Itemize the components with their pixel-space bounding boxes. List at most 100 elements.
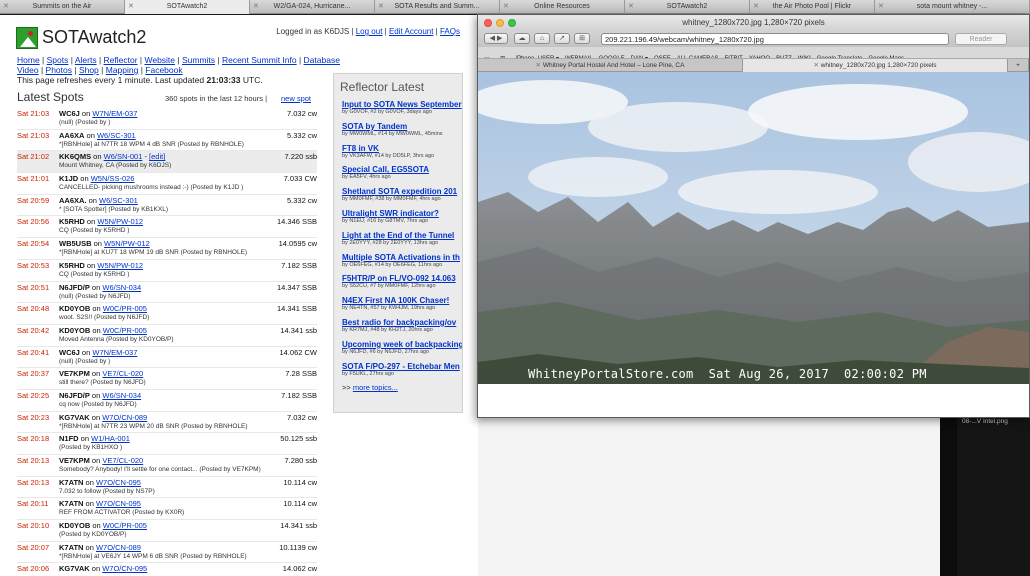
spot-summit-link[interactable]: W7O/CN-095 xyxy=(102,564,147,573)
spot-summit-link[interactable]: W7N/EM-037 xyxy=(92,109,137,118)
safari-tab[interactable]: ✕ Whitney Portal Hostel And Hotel – Lone… xyxy=(478,59,743,72)
spot-summit-link[interactable]: W0C/PR-005 xyxy=(103,326,147,335)
browser-tab[interactable]: ✕ SOTAwatch2 xyxy=(625,0,750,14)
nav-link[interactable]: Recent Summit Info xyxy=(222,55,297,65)
nav-link[interactable]: Shop xyxy=(79,65,99,75)
sota-logo-icon[interactable] xyxy=(16,27,38,49)
nav-separator: | xyxy=(96,55,104,65)
close-tab-icon[interactable]: ✕ xyxy=(878,0,884,14)
reflector-topic-link[interactable]: F5HTR/P on FL/VO-092 14.063 xyxy=(342,274,462,283)
spot-summit-link[interactable]: W7N/EM-037 xyxy=(92,348,137,357)
spot-summit-link[interactable]: W6/SN-034 xyxy=(102,391,141,400)
browser-tab[interactable]: ✕ Online Resources xyxy=(500,0,625,14)
faqs-link[interactable]: FAQs xyxy=(440,27,460,36)
spot-summit-link[interactable]: VE7/CL-020 xyxy=(102,456,143,465)
desktop-file-label[interactable]: 08-...V Intel.png xyxy=(962,418,1008,425)
spot-summit-link[interactable]: W6/SN-034 xyxy=(102,283,141,292)
more-topics-link[interactable]: more topics... xyxy=(353,383,398,392)
mountain-scene xyxy=(478,72,1029,384)
nav-link[interactable]: Video xyxy=(17,65,39,75)
spot-summit-link[interactable]: VE7/CL-020 xyxy=(102,369,143,378)
safari-toolbar: ◀ ▶ ☁ ⌂ ↗ ⊞ 209.221.196.49/webcam/whitne… xyxy=(478,31,1029,47)
close-tab-icon[interactable]: ✕ xyxy=(628,0,634,14)
spot-callsign-line: K5RHD on W5N/PW-012 xyxy=(59,261,143,270)
spot-summit-link[interactable]: W0C/PR-005 xyxy=(103,304,147,313)
close-tab-icon[interactable]: ✕ xyxy=(536,62,543,69)
reflector-topic-link[interactable]: Shetland SOTA expedition 201 xyxy=(342,187,462,196)
icloud-icon[interactable]: ☁ xyxy=(514,33,530,44)
reflector-topic-link[interactable]: N4EX First NA 100K Chaser! xyxy=(342,296,462,305)
spot-summit-link[interactable]: W7O/CN-089 xyxy=(96,543,141,552)
close-tab-icon[interactable]: ✕ xyxy=(3,0,9,14)
safari-titlebar[interactable]: whitney_1280x720.jpg 1,280×720 pixels xyxy=(478,15,1029,31)
address-bar[interactable]: 209.221.196.49/webcam/whitney_1280x720.j… xyxy=(601,33,949,45)
close-tab-icon[interactable]: ✕ xyxy=(813,62,820,69)
reflector-topic-link[interactable]: Special Call, EG5SOTA xyxy=(342,165,462,174)
nav-link[interactable]: Mapping xyxy=(106,65,139,75)
nav-link[interactable]: Facebook xyxy=(145,65,182,75)
browser-tab[interactable]: ✕ Summits on the Air xyxy=(0,0,125,14)
spot-time: Sat 20:11 xyxy=(17,499,49,509)
back-forward-buttons[interactable]: ◀ ▶ xyxy=(484,33,508,44)
reflector-topic-link[interactable]: Light at the End of the Tunnel xyxy=(342,231,462,240)
browser-tab[interactable]: ✕ SOTA Results and Summ... xyxy=(375,0,500,14)
sidebar-icon[interactable]: ⊞ xyxy=(574,33,590,44)
close-tab-icon[interactable]: ✕ xyxy=(253,0,259,14)
browser-tab[interactable]: ✕ SOTAwatch2 xyxy=(125,0,250,14)
nav-link[interactable]: Home xyxy=(17,55,40,65)
reflector-topic-link[interactable]: Upcoming week of backpacking xyxy=(342,340,462,349)
nav-link[interactable]: Alerts xyxy=(75,55,97,65)
browser-tab[interactable]: ✕ the Air Photo Pool | Flickr xyxy=(750,0,875,14)
close-tab-icon[interactable]: ✕ xyxy=(128,0,134,14)
reflector-topic-link[interactable]: Best radio for backpacking/ov xyxy=(342,318,462,327)
close-tab-icon[interactable]: ✕ xyxy=(753,0,759,14)
nav-link[interactable]: Database xyxy=(304,55,340,65)
reflector-topic-link[interactable]: Multiple SOTA Activations in th xyxy=(342,253,462,262)
spot-summit-link[interactable]: W0C/PR-005 xyxy=(103,521,147,530)
browser-tab[interactable]: ✕ W2/GA-024, Hurricane... xyxy=(250,0,375,14)
nav-link[interactable]: Website xyxy=(144,55,175,65)
spot-summit-link[interactable]: W6/SC-301 xyxy=(99,196,138,205)
spot-summit-link[interactable]: W5N/PW-012 xyxy=(104,239,150,248)
spot-summit-link[interactable]: W7O/CN-095 xyxy=(96,499,141,508)
reflector-topic-link[interactable]: Ultralight SWR indicator? xyxy=(342,209,462,218)
reflector-topic-link[interactable]: FT8 in VK xyxy=(342,144,462,153)
safari-tab-bar: ✕ Whitney Portal Hostel And Hotel – Lone… xyxy=(478,59,1029,72)
new-tab-icon[interactable]: + xyxy=(1008,59,1029,72)
spot-summit-link[interactable]: W6/SC-301 xyxy=(97,131,136,140)
spot-summit-link[interactable]: W5N/PW-012 xyxy=(97,261,143,270)
logout-link[interactable]: Log out xyxy=(356,27,383,36)
reflector-item: F5HTR/P on FL/VO-092 14.063 by S52CU, #7 … xyxy=(342,274,462,296)
nav-link[interactable]: Reflector xyxy=(104,55,138,65)
reflector-topic-link[interactable]: Input to SOTA News September xyxy=(342,100,462,109)
close-tab-icon[interactable]: ✕ xyxy=(378,0,384,14)
spot-summit-link[interactable]: W5N/SS-026 xyxy=(91,174,135,183)
spot-summit-link[interactable]: W7O/CN-089 xyxy=(102,413,147,422)
spot-summit-link[interactable]: W5N/PW-012 xyxy=(97,217,143,226)
nav-link[interactable]: Summits xyxy=(182,55,215,65)
spot-summit-link[interactable]: W6/SN-001 xyxy=(104,152,143,161)
spot-summit-link[interactable]: W1/HA-001 xyxy=(91,434,130,443)
spot-edit-link[interactable]: [edit] xyxy=(149,152,165,161)
spot-on-text: on xyxy=(84,217,98,227)
spot-on-text: on xyxy=(83,477,96,487)
spot-frequency: 10.114 cw xyxy=(283,499,317,509)
edit-account-link[interactable]: Edit Account xyxy=(389,27,433,36)
reflector-topic-link[interactable]: SOTA by Tandem xyxy=(342,122,462,131)
nav-link[interactable]: Spots xyxy=(47,55,69,65)
reflector-item: Best radio for backpacking/ov by KR7MJ, #… xyxy=(342,318,462,340)
share-icon[interactable]: ↗ xyxy=(554,33,570,44)
safari-tab[interactable]: ✕ whitney_1280x720.jpg 1,280×720 pixels xyxy=(743,59,1008,72)
reflector-topic-link[interactable]: SOTA F/PO-297 - Etchebar Men xyxy=(342,362,462,371)
reader-button[interactable]: Reader xyxy=(955,33,1007,45)
browser-tab[interactable]: ✕ sota mount whitney -... xyxy=(875,0,1030,14)
nav-separator: | xyxy=(39,55,47,65)
new-spot-link[interactable]: new spot xyxy=(281,94,311,103)
spot-summit-link[interactable]: W7O/CN-095 xyxy=(96,478,141,487)
home-icon[interactable]: ⌂ xyxy=(534,33,550,44)
nav-separator: | xyxy=(72,65,79,75)
spot-callsign: N6JFD/P xyxy=(59,282,90,292)
close-tab-icon[interactable]: ✕ xyxy=(503,0,509,14)
spot-callsign: N6JFD/P xyxy=(59,390,90,400)
nav-link[interactable]: Photos xyxy=(46,65,72,75)
